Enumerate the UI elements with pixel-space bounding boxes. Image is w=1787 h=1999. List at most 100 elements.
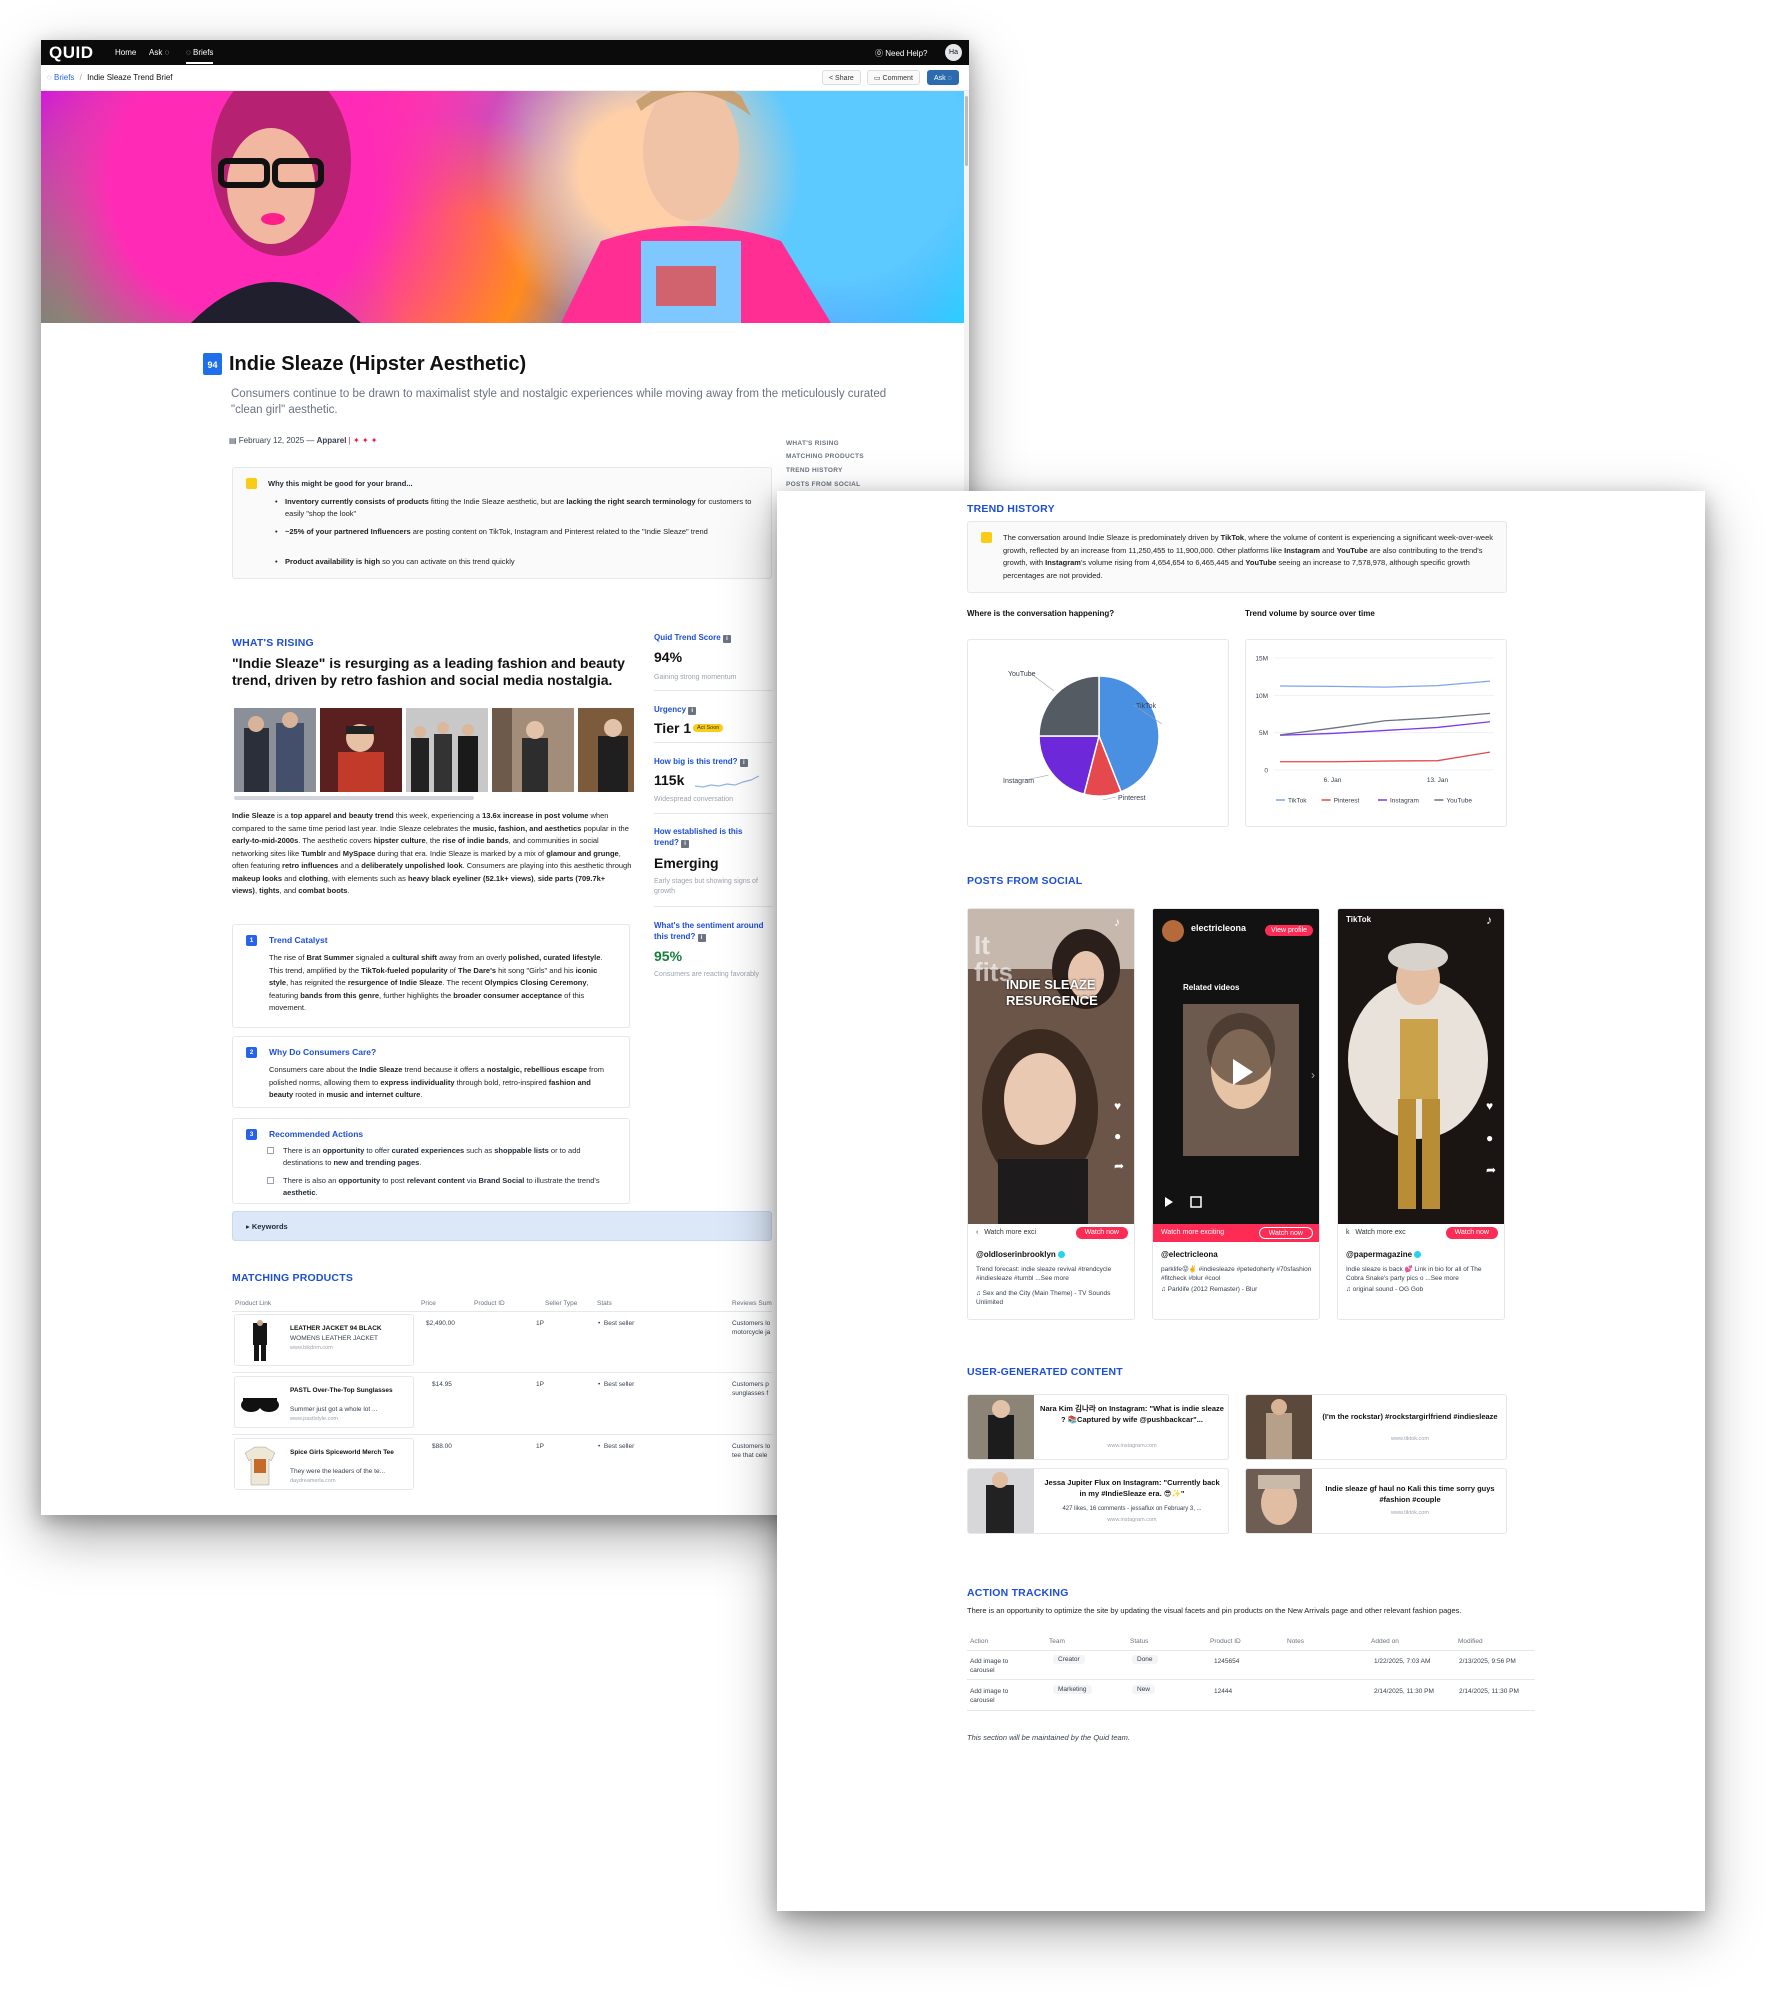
- pie-slice-youtube[interactable]: [1038, 675, 1100, 737]
- series-line-instagram[interactable]: [1279, 721, 1491, 736]
- toc-matching-products[interactable]: MATCHING PRODUCTS: [786, 453, 864, 460]
- share-button[interactable]: < Share: [822, 70, 861, 85]
- product-card[interactable]: LEATHER JACKET 94 BLACK WOMENS LEATHER J…: [234, 1314, 414, 1366]
- view-profile-button[interactable]: View profile: [1265, 925, 1314, 936]
- product-card[interactable]: Spice Girls Spiceworld Merch Tee They we…: [234, 1438, 414, 1490]
- share-icon[interactable]: ➦: [1114, 1159, 1124, 1173]
- trend-photo[interactable]: [320, 708, 402, 792]
- col-action[interactable]: Action: [970, 1638, 988, 1645]
- post-music: ♫ original sound - OG Gob: [1346, 1286, 1424, 1293]
- need-help-link[interactable]: ⓪ Need Help?: [875, 48, 927, 59]
- info-icon[interactable]: i: [697, 934, 706, 942]
- col-added-on[interactable]: Added on: [1371, 1638, 1399, 1645]
- post-handle[interactable]: @electricleona: [1161, 1250, 1218, 1259]
- info-icon[interactable]: i: [688, 707, 697, 715]
- comment-button[interactable]: ▭ Comment: [867, 70, 920, 85]
- ugc-card[interactable]: Nara Kim 김나라 on Instagram: "What is indi…: [967, 1394, 1229, 1460]
- nav-briefs[interactable]: ◌ Briefs: [186, 48, 214, 64]
- comment-icon[interactable]: ●: [1486, 1131, 1493, 1145]
- heart-icon[interactable]: ♥: [1486, 1099, 1493, 1113]
- watch-now-button[interactable]: Watch now: [1445, 1227, 1498, 1239]
- ugc-title[interactable]: Nara Kim 김나라 on Instagram: "What is indi…: [1040, 1403, 1224, 1425]
- col-seller-type[interactable]: Seller Type: [545, 1300, 577, 1307]
- col-price[interactable]: Price: [421, 1300, 436, 1307]
- ugc-card[interactable]: Indie sleaze gf haul no Kali this time s…: [1245, 1468, 1507, 1534]
- action-checkbox-item[interactable]: There is also an opportunity to post rel…: [267, 1175, 614, 1199]
- ugc-card[interactable]: Jessa Jupiter Flux on Instagram: "Curren…: [967, 1468, 1229, 1534]
- chevron-left-icon[interactable]: k: [1346, 1229, 1350, 1236]
- ugc-title[interactable]: Jessa Jupiter Flux on Instagram: "Curren…: [1040, 1477, 1224, 1499]
- tiktok-video-thumbnail[interactable]: TikTok ♪ ♥ ● ➦: [1338, 909, 1504, 1224]
- pie-chart[interactable]: TikTok Pinterest Instagram YouTube: [968, 640, 1230, 828]
- watch-now-button[interactable]: Watch now: [1258, 1227, 1313, 1239]
- ugc-title[interactable]: (I'm the rockstar) #rockstargirlfriend #…: [1318, 1411, 1502, 1422]
- col-product-link[interactable]: Product Link: [235, 1300, 271, 1307]
- trend-photo[interactable]: [578, 708, 634, 792]
- info-icon[interactable]: i: [722, 635, 731, 643]
- post-handle[interactable]: @papermagazine: [1346, 1250, 1422, 1259]
- series-line-tiktok[interactable]: [1279, 680, 1491, 688]
- ugc-card[interactable]: (I'm the rockstar) #rockstargirlfriend #…: [1245, 1394, 1507, 1460]
- tracking-team[interactable]: Marketing: [1053, 1685, 1092, 1694]
- legend-label[interactable]: TikTok: [1288, 798, 1307, 805]
- info-icon[interactable]: i: [681, 840, 690, 848]
- trend-photo[interactable]: [406, 708, 488, 792]
- info-icon[interactable]: i: [739, 759, 748, 767]
- tracking-action[interactable]: Add image to carousel: [970, 1687, 1030, 1705]
- post-handle[interactable]: @oldloserinbrooklyn: [976, 1250, 1066, 1259]
- col-team[interactable]: Team: [1049, 1638, 1065, 1645]
- tracking-team[interactable]: Creator: [1053, 1655, 1085, 1664]
- tracking-status[interactable]: New: [1132, 1685, 1156, 1694]
- col-stats[interactable]: Stats: [597, 1300, 612, 1307]
- breadcrumb-briefs[interactable]: ◌ Briefs: [47, 73, 74, 82]
- tiktok-video-thumbnail[interactable]: It fits INDIE SLEAZE RESURGENCE ♪ ♥ ● ➦: [968, 909, 1134, 1224]
- toc-trend-history[interactable]: TREND HISTORY: [786, 467, 843, 474]
- social-post-card[interactable]: It fits INDIE SLEAZE RESURGENCE ♪ ♥ ● ➦ …: [967, 908, 1135, 1320]
- social-post-card[interactable]: TikTok ♪ ♥ ● ➦ k Watch more exc Watch now…: [1337, 908, 1505, 1320]
- col-modified[interactable]: Modified: [1458, 1638, 1483, 1645]
- ask-button[interactable]: Ask ◌: [927, 70, 959, 85]
- heart-icon[interactable]: ♥: [1114, 1099, 1121, 1113]
- trend-photo[interactable]: [234, 708, 316, 792]
- series-line-pinterest[interactable]: [1280, 751, 1491, 763]
- toc-posts-from-social[interactable]: POSTS FROM SOCIAL: [786, 481, 860, 488]
- col-product-id[interactable]: Product ID: [1210, 1638, 1241, 1645]
- product-name[interactable]: LEATHER JACKET 94 BLACK: [290, 1324, 410, 1333]
- checkbox[interactable]: [267, 1177, 274, 1184]
- scrollbar-thumb[interactable]: [965, 96, 968, 166]
- quid-logo[interactable]: QUID: [49, 43, 94, 63]
- tiktok-video-thumbnail[interactable]: › electricleona View profile Related vid…: [1153, 909, 1319, 1224]
- legend-label[interactable]: Pinterest: [1334, 798, 1360, 805]
- col-reviews-sum[interactable]: Reviews Sum: [732, 1300, 772, 1307]
- tracking-action[interactable]: Add image to carousel: [970, 1657, 1030, 1675]
- col-status[interactable]: Status: [1130, 1638, 1148, 1645]
- lightbulb-icon: [981, 532, 992, 543]
- nav-home[interactable]: Home: [115, 48, 136, 57]
- product-card[interactable]: PASTL Over-The-Top Sunglasses Summer jus…: [234, 1376, 414, 1428]
- col-notes[interactable]: Notes: [1287, 1638, 1304, 1645]
- product-name[interactable]: Spice Girls Spiceworld Merch Tee: [290, 1448, 410, 1457]
- trend-photo[interactable]: [492, 708, 574, 792]
- trend-photo-carousel[interactable]: [234, 708, 634, 792]
- keywords-accordion[interactable]: ▸ Keywords: [232, 1211, 772, 1241]
- comment-icon[interactable]: ●: [1114, 1129, 1121, 1143]
- social-post-card[interactable]: › electricleona View profile Related vid…: [1152, 908, 1320, 1320]
- legend-label[interactable]: YouTube: [1446, 798, 1472, 805]
- line-chart[interactable]: 0 5M 10M 15M 6. Jan 13. Jan TikTok Pinterest Ins…: [1246, 640, 1508, 828]
- share-icon[interactable]: ➦: [1486, 1163, 1496, 1177]
- watch-now-button[interactable]: Watch now: [1075, 1227, 1128, 1239]
- ugc-title[interactable]: Indie sleaze gf haul no Kali this time s…: [1318, 1483, 1502, 1505]
- action-checkbox-item[interactable]: There is an opportunity to offer curated…: [267, 1145, 614, 1169]
- carousel-scrollbar[interactable]: [234, 796, 474, 800]
- chevron-left-icon[interactable]: ‹: [976, 1229, 978, 1236]
- profile-name[interactable]: electricleona: [1191, 923, 1246, 933]
- series-line-youtube[interactable]: [1279, 712, 1491, 736]
- avatar[interactable]: Ha: [945, 44, 962, 61]
- toc-whats-rising[interactable]: WHAT'S RISING: [786, 440, 839, 447]
- product-name[interactable]: PASTL Over-The-Top Sunglasses: [290, 1386, 410, 1395]
- tracking-status[interactable]: Done: [1132, 1655, 1158, 1664]
- nav-ask[interactable]: Ask ◌: [149, 48, 169, 57]
- checkbox[interactable]: [267, 1147, 274, 1154]
- legend-label[interactable]: Instagram: [1390, 798, 1419, 805]
- col-product-id[interactable]: Product ID: [474, 1300, 505, 1307]
